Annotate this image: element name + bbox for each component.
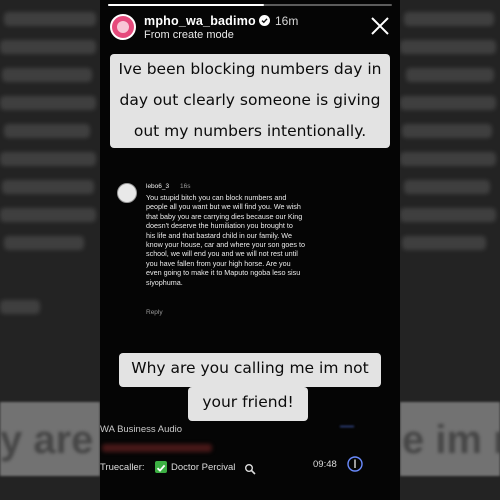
- comment-text: You stupid bitch you can block numbers a…: [146, 193, 380, 287]
- story-username[interactable]: mpho_wa_badimo: [144, 14, 256, 28]
- blurred-text-line: [4, 236, 84, 250]
- blurred-text-line: [2, 68, 92, 82]
- blurred-text-line: [4, 12, 96, 26]
- blurred-backdrop-right: e im not: [400, 0, 500, 500]
- blurred-text-line: [404, 12, 494, 26]
- caption-top: Ive been blocking numbers day in day out…: [110, 54, 390, 148]
- blurred-caption-text: e im not: [402, 418, 500, 462]
- close-icon[interactable]: [370, 16, 390, 36]
- story-subtitle[interactable]: From create mode: [144, 29, 234, 41]
- blurred-text-line: [4, 124, 90, 138]
- story-progress-fill: [108, 4, 265, 6]
- blurred-backdrop-left: y are: [0, 0, 100, 500]
- blurred-icon: [340, 420, 354, 427]
- magnifier-icon: [244, 462, 256, 475]
- comment-line: even going to make it to Maputo ngoba le…: [146, 268, 301, 278]
- story-time-ago: 16m: [275, 14, 299, 28]
- story-progress-bar: [108, 4, 392, 6]
- truecaller-label: Truecaller:: [100, 462, 145, 473]
- caption-top-line-1: Ive been blocking numbers day in: [118, 60, 382, 78]
- blurred-text-line: [400, 96, 496, 110]
- check-icon: [155, 461, 167, 473]
- blurred-text-line: [0, 152, 96, 166]
- comment-time: 16s: [180, 183, 191, 190]
- caption-bottom-line-1: Why are you calling me im not: [119, 353, 381, 387]
- wa-business-audio-text: WA Business Audio: [100, 424, 183, 435]
- reply-link[interactable]: Reply: [146, 309, 163, 316]
- blurred-text-line: [402, 124, 492, 138]
- blurred-text-line: [404, 180, 490, 194]
- blurred-text-line: [402, 236, 486, 250]
- blurred-text-line: [0, 96, 96, 110]
- blurred-text-line: [0, 300, 40, 314]
- blurred-caption-text: y are: [0, 418, 94, 462]
- clock-text: 09:48: [313, 459, 337, 470]
- truecaller-name: Doctor Percival: [171, 462, 236, 473]
- caption-bottom-line-2: your friend!: [188, 387, 308, 421]
- comment-line: his life and that bastard child in our f…: [146, 230, 292, 240]
- blurred-text-line: [406, 68, 494, 82]
- comment-avatar: [117, 183, 137, 203]
- story-panel[interactable]: mpho_wa_badimo 16m From create mode Ive …: [100, 0, 400, 500]
- blurred-text-line: [0, 40, 96, 54]
- caption-top-line-3: out my numbers intentionally.: [133, 122, 367, 140]
- ring-icon: [346, 455, 364, 473]
- comment-line: you have fallen from your high horse. Ar…: [146, 258, 291, 268]
- comment-line: You stupid bitch you can block numbers a…: [146, 193, 287, 202]
- comment-line: doesn't deserve the humiliation you brou…: [146, 221, 293, 231]
- comment-line: school, we will end you and we will not …: [146, 249, 298, 259]
- blurred-text-line: [400, 40, 496, 54]
- blurred-text-line: [2, 180, 94, 194]
- comment-line: know your house, car and where your son …: [146, 240, 306, 250]
- avatar[interactable]: [110, 14, 136, 40]
- comment-line: siyophuma.: [146, 277, 183, 287]
- blurred-text-line: [0, 208, 96, 222]
- blurred-text-line: [400, 152, 496, 166]
- comment-line: people all you want but we will find you…: [146, 202, 301, 212]
- avatar-image: [117, 21, 129, 33]
- comment-line: that baby you are carrying dies because …: [146, 211, 303, 221]
- verified-badge-icon: [259, 15, 270, 26]
- blurred-text-line: [400, 208, 496, 222]
- blurred-row: [102, 444, 212, 452]
- caption-top-line-2: day out clearly someone is giving: [119, 91, 381, 109]
- comment-username: lebo6_3: [146, 183, 170, 190]
